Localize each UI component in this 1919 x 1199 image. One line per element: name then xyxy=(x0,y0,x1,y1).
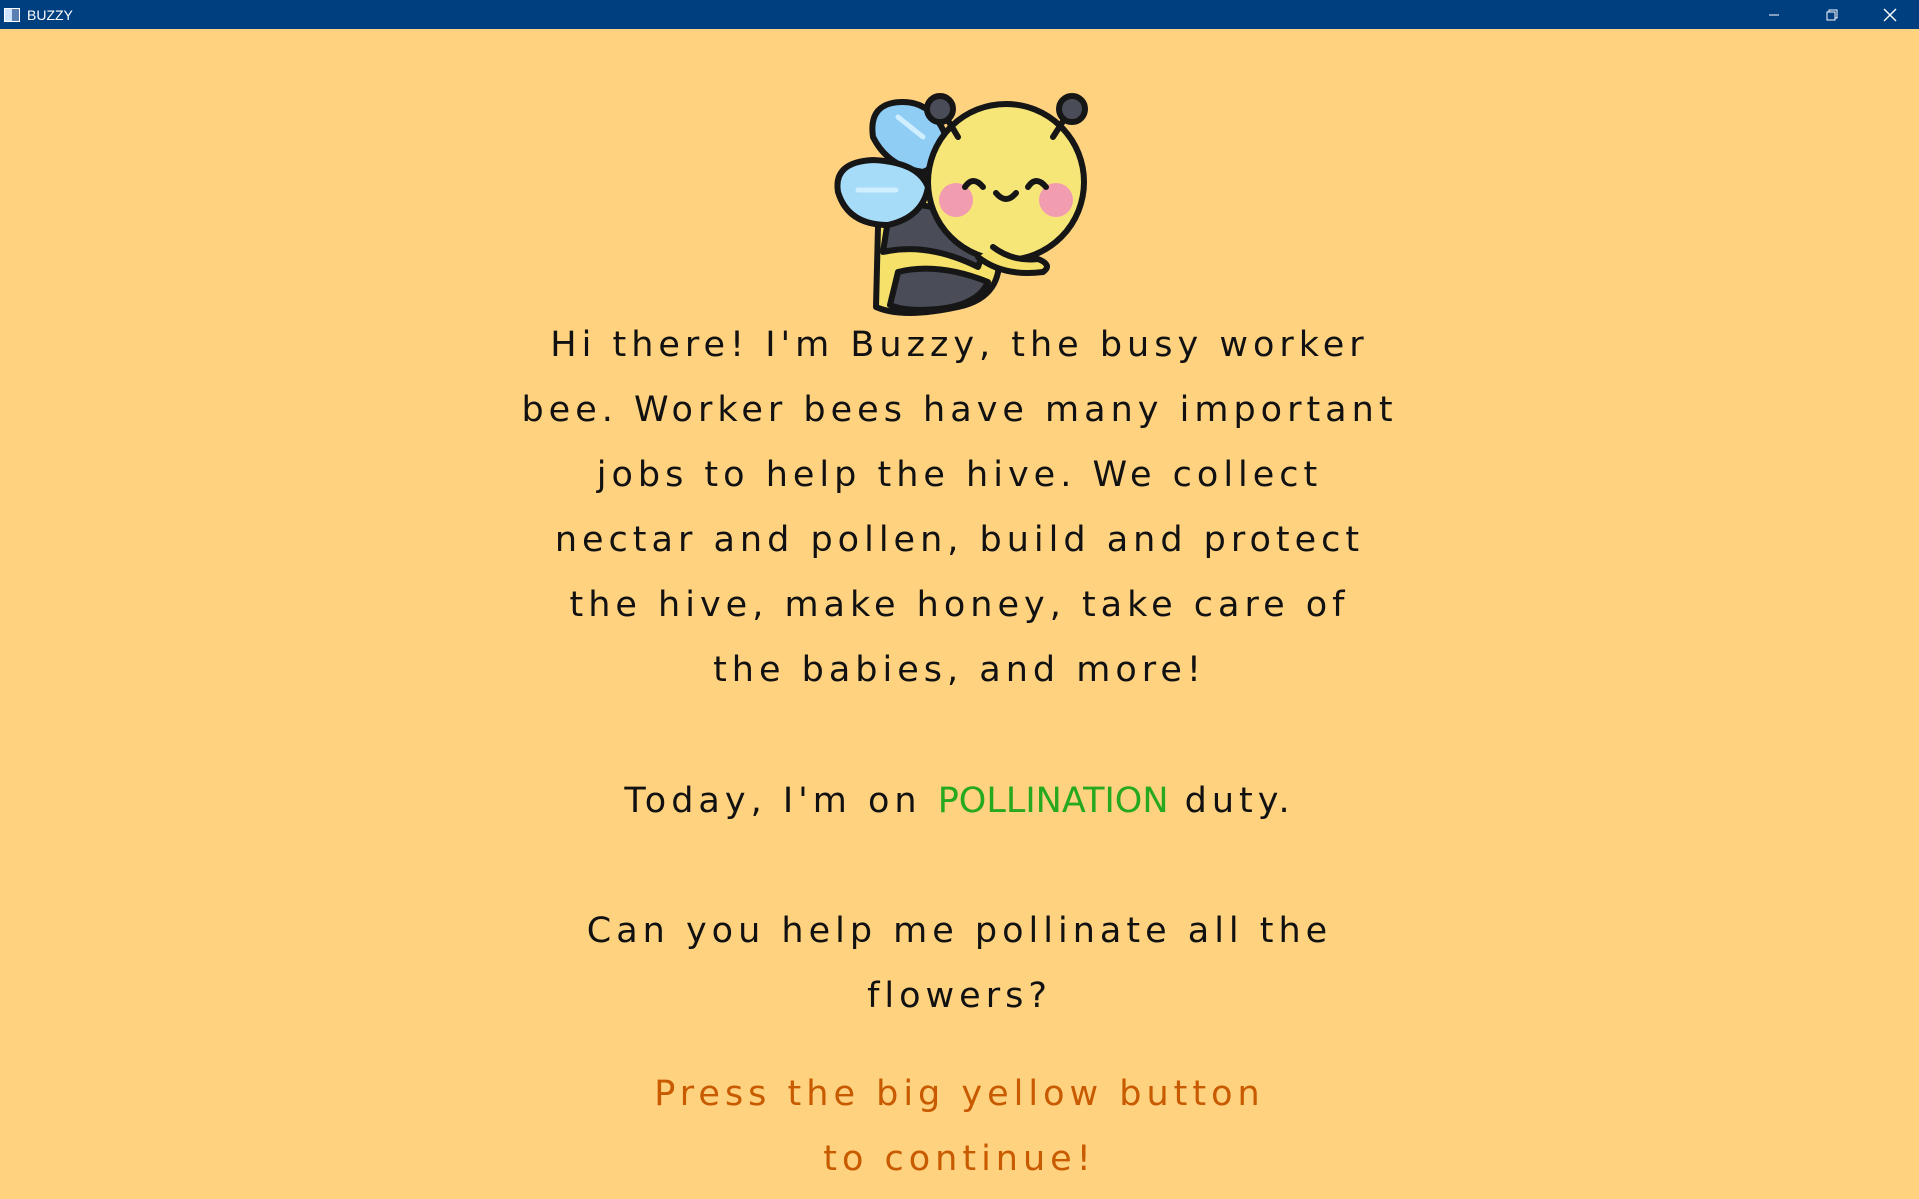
restore-icon xyxy=(1826,9,1838,20)
close-icon xyxy=(1883,8,1897,21)
duty-suffix: duty. xyxy=(1168,781,1295,821)
question-line-2: flowers? xyxy=(867,976,1052,1016)
app-icon xyxy=(4,7,20,22)
intro-line-1: Hi there! I'm Buzzy, the busy worker xyxy=(550,325,1369,365)
window-title: BUZZY xyxy=(27,6,73,23)
minimize-icon xyxy=(1769,14,1779,15)
restore-button[interactable] xyxy=(1803,0,1861,29)
duty-highlight: POLLINATION xyxy=(937,781,1169,821)
intro-line-6: the babies, and more! xyxy=(713,650,1206,690)
intro-line-4: nectar and pollen, build and protect xyxy=(554,520,1365,560)
minimize-button[interactable] xyxy=(1745,0,1803,29)
instruction-line-1: Press the big yellow button xyxy=(654,1074,1265,1114)
title-bar: BUZZY xyxy=(0,0,1919,29)
bee-mascot-icon xyxy=(834,93,1088,316)
intro-line-5: the hive, make honey, take care of xyxy=(569,585,1350,625)
intro-line-3: jobs to help the hive. We collect xyxy=(596,455,1323,495)
window-controls xyxy=(1745,0,1919,29)
game-screen: Hi there! I'm Buzzy, the busy worker bee… xyxy=(0,29,1919,1199)
duty-prefix: Today, I'm on xyxy=(624,781,938,821)
duty-statement: Today, I'm on POLLINATION duty. xyxy=(0,781,1919,821)
question-line-1: Can you help me pollinate all the xyxy=(586,911,1333,951)
intro-line-2: bee. Worker bees have many important xyxy=(521,390,1398,430)
instruction-line-2: to continue! xyxy=(823,1139,1096,1179)
close-button[interactable] xyxy=(1861,0,1919,29)
